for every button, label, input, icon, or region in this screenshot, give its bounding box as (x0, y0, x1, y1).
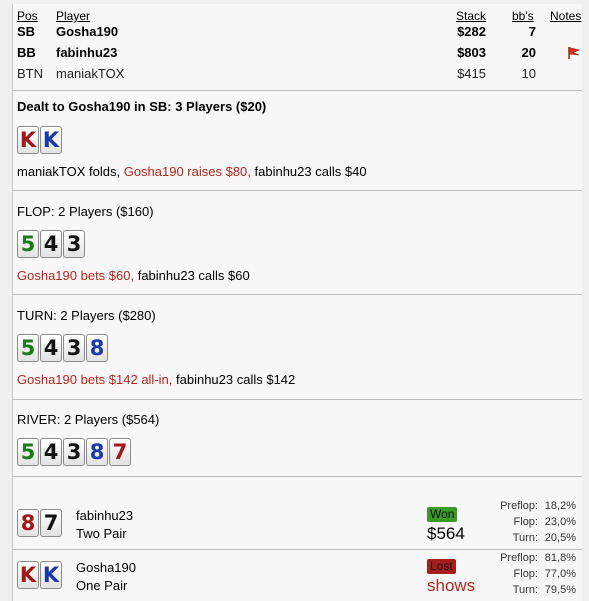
playing-card: K (17, 561, 39, 589)
equity-label: Flop: (513, 516, 538, 528)
left-border (12, 4, 13, 601)
river-title: RIVER: 2 Players ($564) (17, 412, 160, 427)
showdown-result: shows (427, 576, 476, 595)
equity-row: Turn: 20,5% (490, 532, 576, 544)
player-stack: $282 (457, 24, 486, 39)
villain-action: fabinhu23 calls $40 (254, 164, 367, 179)
showdown-hand-rank: Two Pair (76, 526, 127, 541)
equity-value: 77,0% (544, 568, 576, 580)
player-stack: $415 (457, 66, 486, 81)
playing-card: 4 (40, 230, 62, 258)
showdown-hand-rank: One Pair (76, 578, 128, 593)
flop-actions: Gosha190 bets $60, fabinhu23 calls $60 (17, 268, 250, 283)
playing-card: 3 (63, 230, 85, 258)
showdown-player-name[interactable]: Gosha190 (76, 560, 136, 575)
hero-action: Gosha190 raises $80, (123, 164, 255, 179)
playing-card: 5 (17, 230, 39, 258)
player-bbs: 20 (521, 45, 536, 60)
playing-card: 4 (40, 438, 62, 466)
showdown-result: $564 (427, 524, 465, 543)
playing-card: K (17, 126, 39, 154)
playing-card: 7 (109, 438, 131, 466)
showdown-cards: KK (17, 561, 62, 589)
villain-action: maniakTOX folds, (17, 164, 124, 179)
flop-title: FLOP: 2 Players ($160) (17, 204, 154, 219)
player-name[interactable]: fabinhu23 (56, 44, 117, 62)
player-position: SB (17, 24, 36, 39)
player-bbs: 10 (521, 66, 536, 81)
playing-card: 3 (63, 438, 85, 466)
divider (12, 90, 582, 91)
equity-value: 20,5% (544, 532, 576, 544)
header-bbs[interactable]: bb's (512, 9, 534, 23)
equity-value: 81,8% (544, 552, 576, 564)
divider (12, 190, 582, 191)
river-board-cards: 54387 (17, 438, 131, 466)
header-pos[interactable]: Pos (17, 9, 38, 23)
header-notes[interactable]: Notes (550, 9, 581, 23)
playing-card: 8 (17, 509, 39, 537)
preflop-actions: maniakTOX folds, Gosha190 raises $80, fa… (17, 164, 367, 179)
won-badge: Won (427, 507, 458, 522)
equity-label: Preflop: (500, 500, 538, 512)
hero-action: Gosha190 bets $142 all-in, (17, 372, 176, 387)
divider (12, 549, 582, 550)
equity-value: 23,0% (544, 516, 576, 528)
showdown-cards: 87 (17, 509, 62, 537)
note-flag-icon[interactable] (567, 46, 581, 65)
divider (12, 399, 582, 400)
equity-row: Preflop: 18,2% (490, 500, 576, 512)
divider (12, 294, 582, 295)
equity-label: Turn: (512, 584, 538, 596)
equity-label: Preflop: (500, 552, 538, 564)
equity-value: 18,2% (544, 500, 576, 512)
player-row[interactable]: SB Gosha190 $282 7 (12, 23, 582, 41)
playing-card: 3 (63, 334, 85, 362)
villain-action: fabinhu23 calls $60 (137, 268, 250, 283)
equity-label: Flop: (513, 568, 538, 580)
playing-card: 8 (86, 438, 108, 466)
playing-card: 7 (40, 509, 62, 537)
playing-card: K (40, 561, 62, 589)
equity-row: Flop: 77,0% (490, 568, 576, 580)
header-player[interactable]: Player (56, 9, 90, 23)
playing-card: 5 (17, 334, 39, 362)
player-position: BTN (17, 66, 43, 81)
player-row[interactable]: BB fabinhu23 $803 20 (12, 44, 582, 62)
turn-title: TURN: 2 Players ($280) (17, 308, 156, 323)
showdown-player-name[interactable]: fabinhu23 (76, 508, 133, 523)
equity-value: 79,5% (544, 584, 576, 596)
preflop-title: Dealt to Gosha190 in SB: 3 Players ($20) (17, 99, 267, 114)
header-stack[interactable]: Stack (456, 9, 486, 23)
playing-card: 8 (86, 334, 108, 362)
player-name[interactable]: Gosha190 (56, 23, 118, 41)
playing-card: K (40, 126, 62, 154)
equity-label: Turn: (512, 532, 538, 544)
hand-history-panel: Pos Player Stack bb's Notes SB Gosha190 $2… (12, 4, 582, 601)
player-row[interactable]: BTN maniakTOX $415 10 (12, 65, 582, 83)
turn-board-cards: 5438 (17, 334, 108, 362)
flop-board-cards: 543 (17, 230, 85, 258)
equity-row: Flop: 23,0% (490, 516, 576, 528)
player-position: BB (17, 45, 36, 60)
equity-row: Preflop: 81,8% (490, 552, 576, 564)
turn-actions: Gosha190 bets $142 all-in, fabinhu23 cal… (17, 372, 295, 387)
player-stack: $803 (457, 45, 486, 60)
lost-badge: Lost (427, 559, 456, 574)
playing-card: 4 (40, 334, 62, 362)
player-bbs: 7 (528, 24, 536, 39)
hero-action: Gosha190 bets $60, (17, 268, 138, 283)
divider (12, 476, 582, 477)
villain-action: fabinhu23 calls $142 (176, 372, 296, 387)
equity-row: Turn: 79,5% (490, 584, 576, 596)
preflop-hole-cards: KK (17, 126, 62, 154)
player-name[interactable]: maniakTOX (56, 65, 124, 83)
playing-card: 5 (17, 438, 39, 466)
